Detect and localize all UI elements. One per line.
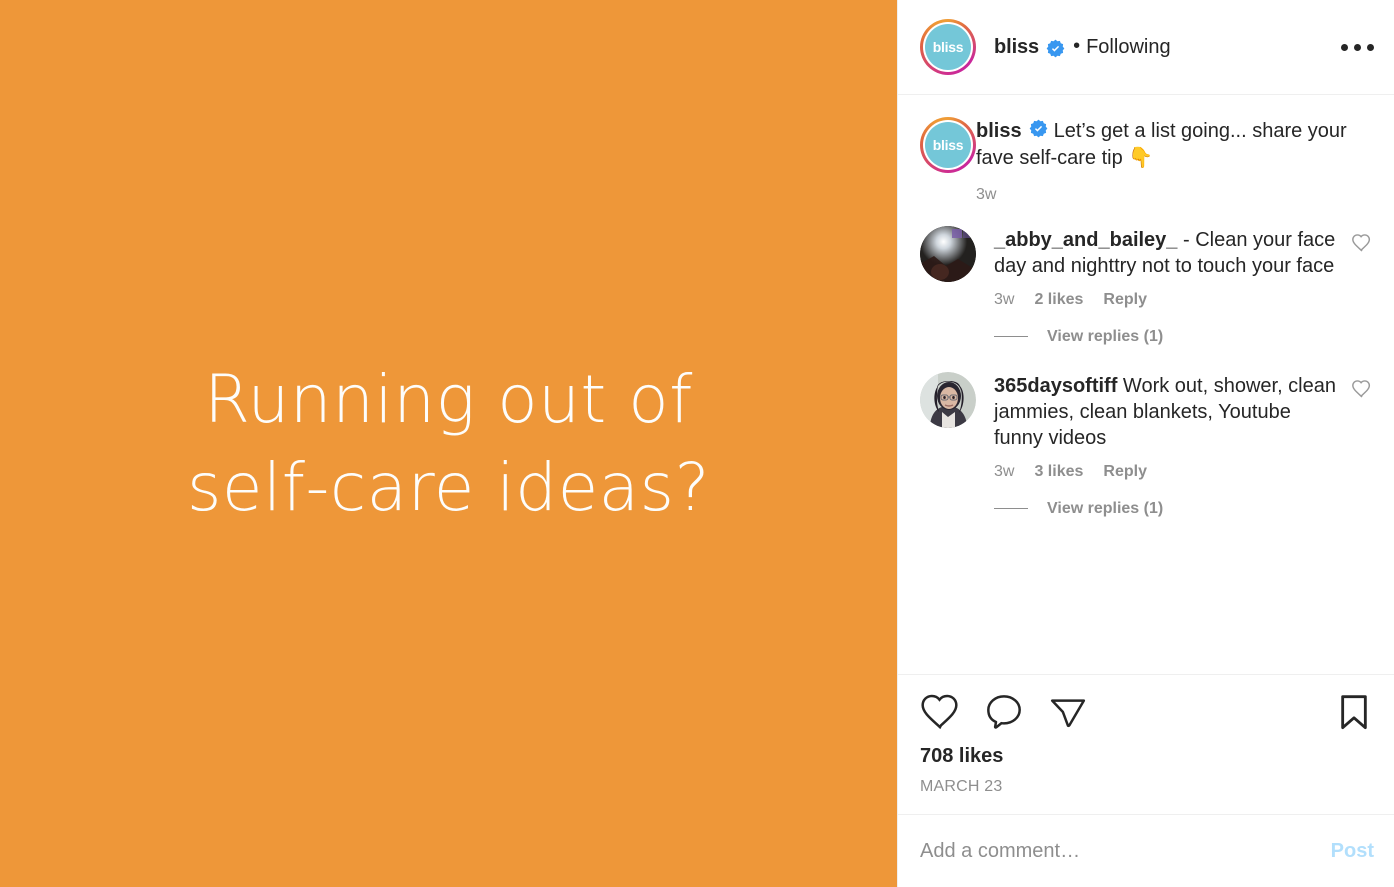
view-replies-button[interactable]: View replies (1) (994, 328, 1336, 346)
comment-username[interactable]: 365daysoftiff (994, 375, 1117, 397)
post-comment-button[interactable]: Post (1315, 840, 1374, 863)
comment-item: _abby_and_bailey_ - Clean your face day … (920, 225, 1374, 350)
header-avatar[interactable]: bliss (920, 19, 976, 75)
verified-badge-icon (1046, 39, 1065, 58)
comment-bubble-icon (987, 695, 1021, 729)
comment-text-row: _abby_and_bailey_ - Clean your face day … (994, 227, 1336, 280)
comment-timestamp: 3w (994, 462, 1015, 480)
comment-text-row: 365daysoftiff Work out, shower, clean ja… (994, 373, 1336, 452)
view-replies-button[interactable]: View replies (1) (994, 500, 1336, 518)
caption-emoji: 👇 (1128, 145, 1154, 170)
comment-username[interactable]: _abby_and_bailey_ (994, 229, 1177, 251)
replies-dash (994, 336, 1028, 338)
comment-timestamp: 3w (994, 290, 1015, 308)
avatar-inner: bliss (923, 22, 973, 72)
caption-body: bliss Let’s get a list going... share you… (976, 117, 1374, 204)
avatar-inner: bliss (923, 120, 973, 170)
post-media-text: Running out of self-care ideas? (0, 356, 897, 530)
header-identity: bliss • Following (994, 36, 1334, 59)
like-button[interactable] (920, 692, 960, 732)
comment-body: _abby_and_bailey_ - Clean your face day … (994, 226, 1336, 350)
caption-avatar[interactable]: bliss (920, 117, 976, 173)
caption-timestamp: 3w (976, 185, 997, 203)
caption-text-row: bliss Let’s get a list going... share you… (976, 118, 1374, 172)
comment-item: 365daysoftiff Work out, shower, clean ja… (920, 371, 1374, 522)
comment-meta: 3w 3 likes Reply (994, 463, 1336, 481)
comment-likes-count[interactable]: 3 likes (1034, 463, 1083, 481)
instagram-post: Running out of self-care ideas? bliss bl… (0, 0, 1394, 887)
view-replies-label: View replies (1) (1047, 499, 1164, 517)
post-actions: 708 likes MARCH 23 (898, 675, 1394, 815)
header-follow-state[interactable]: Following (1086, 36, 1170, 59)
avatar-image-bliss: bliss (925, 24, 971, 70)
header-separator: • (1073, 35, 1081, 57)
add-comment-input[interactable] (920, 839, 1315, 863)
comment-reply-button[interactable]: Reply (1103, 463, 1147, 481)
post-sidebar: bliss bliss • Following bliss bliss Let’… (897, 0, 1394, 887)
comment-reply-button[interactable]: Reply (1103, 291, 1147, 309)
replies-dash (994, 508, 1028, 510)
comment-body: 365daysoftiff Work out, shower, clean ja… (994, 372, 1336, 522)
action-icon-row (920, 691, 1374, 733)
post-caption: bliss bliss Let’s get a list going... sha… (920, 117, 1374, 204)
post-header: bliss bliss • Following (898, 0, 1394, 95)
comment-likes-count[interactable]: 2 likes (1034, 291, 1083, 309)
comment-meta: 3w 2 likes Reply (994, 291, 1336, 309)
dot-2 (1354, 43, 1361, 51)
save-button[interactable] (1334, 692, 1374, 732)
more-options-icon[interactable] (1334, 32, 1374, 62)
post-media[interactable]: Running out of self-care ideas? (0, 0, 897, 887)
comment-button[interactable] (984, 692, 1024, 732)
comments-list[interactable]: bliss bliss Let’s get a list going... sha… (898, 95, 1394, 675)
header-username[interactable]: bliss (994, 36, 1039, 59)
heart-outline-icon (1352, 233, 1371, 252)
comment-avatar[interactable] (920, 371, 976, 428)
heart-outline-icon (921, 694, 958, 730)
heart-outline-icon (1352, 379, 1371, 398)
likes-count[interactable]: 708 likes (920, 745, 1374, 768)
verified-badge-icon (1029, 119, 1048, 138)
view-replies-label: View replies (1) (1047, 327, 1164, 345)
post-media-text-line1: Running out of (204, 361, 693, 439)
add-comment-bar: Post (898, 815, 1394, 887)
share-paper-plane-icon (1050, 699, 1086, 728)
bookmark-outline-icon (1341, 695, 1367, 730)
avatar-image-bliss: bliss (925, 122, 971, 168)
caption-username[interactable]: bliss (976, 120, 1022, 142)
comment-avatar[interactable] (920, 225, 976, 282)
dot-1 (1341, 43, 1348, 51)
comment-like-button[interactable] (1350, 372, 1374, 400)
post-media-text-line2: self-care ideas? (186, 448, 711, 526)
post-date: MARCH 23 (920, 778, 1003, 795)
dot-3 (1367, 43, 1374, 51)
comment-like-button[interactable] (1350, 226, 1374, 254)
share-button[interactable] (1048, 692, 1088, 732)
